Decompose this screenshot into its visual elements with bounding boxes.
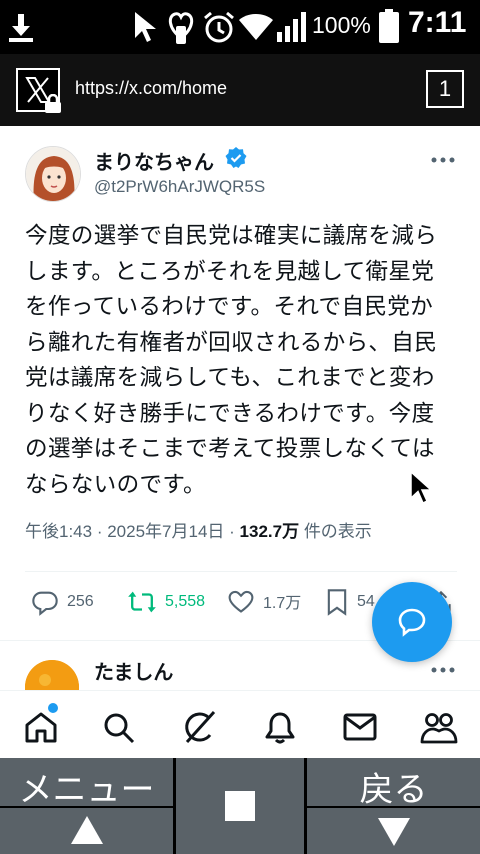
tweet-line: 今度の選挙で自民党は確実に議席を減ら (25, 223, 438, 249)
menu-button[interactable]: メニュー (0, 758, 173, 810)
browser-url-bar[interactable]: https://x.com/home 1 (0, 54, 480, 126)
clock: 7:11 (408, 6, 467, 39)
views-count: 132.7万 (239, 522, 300, 541)
url-text[interactable]: https://x.com/home (75, 78, 227, 99)
menu-label: メニュー (18, 770, 155, 810)
search-icon[interactable] (102, 711, 136, 745)
views-label: 件の表示 (303, 522, 372, 541)
mail-icon[interactable] (343, 713, 377, 741)
tweet-line: ら離れた有権者が回収されるから、自民 (25, 329, 438, 356)
tweet-date[interactable]: 2025年7月14日 (107, 522, 224, 541)
up-arrow-icon (70, 816, 103, 844)
author-handle[interactable]: @t2PrW6hArJWQR5S (94, 177, 265, 197)
tweet-time[interactable]: 午後1:43 (25, 522, 92, 541)
reply-count: 256 (67, 593, 94, 610)
cursor-icon (135, 12, 156, 42)
retweet-button[interactable]: 5,558 (127, 588, 205, 616)
bookmark-button[interactable]: 54 (325, 588, 375, 616)
more-icon[interactable] (428, 150, 458, 170)
compose-message-button[interactable] (372, 582, 452, 662)
like-icon (228, 590, 254, 613)
divider (25, 571, 457, 572)
tweet-line: りなく好き勝手にできるわけです。今度 (25, 400, 435, 427)
download-icon (9, 14, 33, 42)
like-button[interactable]: 1.7万 (227, 588, 301, 614)
reply-icon (32, 591, 58, 616)
meta-separator: · (229, 522, 240, 541)
tweet-line: の選挙はそこまで考えて投票しなくては (25, 436, 435, 462)
system-button-bar: メニュー 戻る (0, 758, 480, 854)
tab-count-button[interactable]: 1 (426, 70, 464, 108)
communities-icon[interactable] (420, 711, 458, 745)
alarm-icon (204, 11, 234, 43)
author-name[interactable]: たましん (94, 656, 173, 685)
avatar[interactable] (25, 146, 81, 202)
stop-icon (225, 791, 255, 821)
battery-icon (379, 9, 399, 43)
bookmark-icon (327, 589, 347, 616)
stop-button[interactable] (176, 758, 304, 854)
grok-icon[interactable] (182, 709, 218, 745)
bottom-nav (0, 690, 480, 759)
battery-percent: 100% (312, 12, 371, 38)
signal-icon (277, 12, 306, 42)
back-label: 戻る (359, 770, 428, 810)
like-count: 1.7万 (263, 595, 302, 612)
home-icon[interactable] (24, 711, 58, 743)
tweet-line: します。ところがそれを見越して衛星党 (25, 258, 435, 285)
back-button[interactable]: 戻る (307, 758, 480, 810)
down-arrow-icon (377, 818, 410, 846)
cursor-icon (410, 470, 433, 505)
bell-icon[interactable] (264, 711, 296, 745)
tweet-text: 今度の選挙で自民党は確実に議席を減ら します。ところがそれを見越して衛星党 を作… (25, 219, 465, 503)
tweet-line: ならないのです。 (25, 471, 206, 498)
scroll-down-button[interactable] (307, 808, 480, 854)
tweet-line: を作っているわけです。それで自民党か (25, 294, 434, 320)
lock-icon (45, 94, 61, 113)
heart-notification-icon (168, 12, 194, 44)
reply-button[interactable]: 256 (31, 588, 94, 616)
retweet-count: 5,558 (165, 593, 206, 610)
author-name[interactable]: まりなちゃん (94, 146, 214, 175)
more-icon[interactable] (428, 660, 458, 680)
bookmark-count: 54 (357, 593, 375, 610)
retweet-icon (128, 591, 156, 613)
scroll-up-button[interactable] (0, 808, 173, 854)
compose-message-icon (398, 608, 426, 637)
notification-dot (46, 701, 60, 715)
verified-icon (225, 147, 247, 168)
tweet-line: 党は議席を減らしても、これまでと変わ (25, 365, 435, 391)
meta-separator: · (96, 522, 108, 541)
wifi-icon (239, 14, 273, 40)
status-bar: 100% 7:11 (0, 0, 480, 54)
tweet-meta: 午後1:43 · 2025年7月14日 · 132.7万 件の表示 (25, 517, 372, 542)
